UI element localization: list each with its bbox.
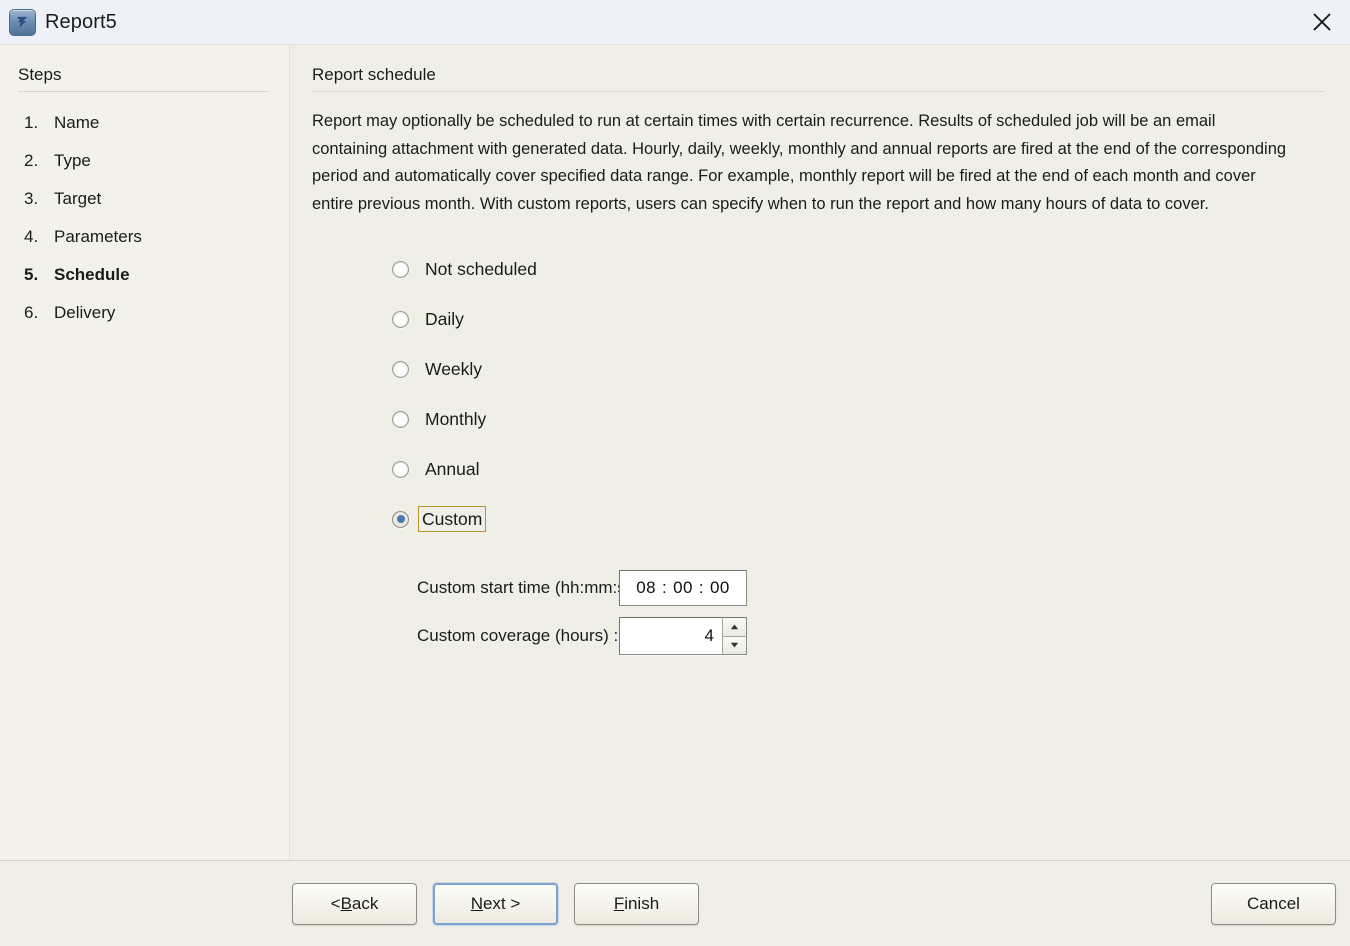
stepper-up-icon[interactable]: [723, 618, 746, 637]
stepper-buttons: [722, 618, 746, 654]
step-number: 3.: [24, 189, 39, 208]
title-divider: [312, 91, 1324, 92]
window-title: Report5: [45, 10, 117, 33]
radio-label: Annual: [425, 459, 480, 479]
radio-icon: [392, 360, 409, 378]
report-app-icon: [9, 8, 36, 36]
back-button[interactable]: < Back: [292, 882, 417, 925]
time-separator: :: [662, 578, 668, 597]
step-number: 6.: [24, 303, 39, 322]
finish-button[interactable]: Finish: [574, 882, 699, 925]
time-minutes[interactable]: 00: [672, 578, 694, 598]
custom-coverage-stepper[interactable]: 4: [619, 617, 747, 655]
radio-icon: [392, 260, 409, 278]
custom-start-time-label: Custom start time (hh:mm:ss) :: [417, 578, 650, 597]
back-prefix: <: [330, 893, 341, 913]
radio-label: Monthly: [425, 409, 487, 429]
cancel-button[interactable]: Cancel: [1211, 882, 1336, 925]
radio-icon: [392, 460, 409, 478]
step-number: 4.: [24, 227, 39, 246]
schedule-radio-group: Not scheduled Daily Weekly Monthly Annua: [392, 244, 1336, 544]
radio-icon: [392, 310, 409, 328]
report-wizard-window: Report5 Steps 1. Name 2. Type 3. Target …: [0, 0, 1350, 946]
sidebar-item-delivery[interactable]: 6. Delivery: [0, 294, 289, 332]
custom-coverage-row: Custom coverage (hours) : 4: [312, 612, 1336, 660]
stepper-down-icon[interactable]: [723, 636, 746, 654]
sidebar-item-schedule[interactable]: 5. Schedule: [0, 256, 289, 294]
finish-mnemonic: F: [613, 893, 625, 913]
custom-coverage-label: Custom coverage (hours) :: [417, 626, 619, 645]
sidebar-item-name[interactable]: 1. Name: [0, 104, 289, 142]
custom-coverage-input[interactable]: 4: [620, 618, 722, 654]
steps-list: 1. Name 2. Type 3. Target 4. Parameters …: [0, 104, 289, 332]
back-suffix: ack: [351, 893, 379, 913]
radio-icon: [392, 410, 409, 428]
custom-start-time-input[interactable]: 08 : 00 : 00: [619, 570, 747, 606]
radio-annual[interactable]: Annual: [392, 444, 484, 494]
schedule-description: Report may optionally be scheduled to ru…: [312, 112, 1287, 213]
custom-start-time-row: Custom start time (hh:mm:ss) : 08 : 00 :…: [312, 564, 1336, 612]
sidebar-item-type[interactable]: 2. Type: [0, 142, 289, 180]
time-separator: :: [698, 578, 704, 597]
radio-label: Custom: [418, 506, 487, 532]
radio-custom[interactable]: Custom: [392, 494, 487, 544]
radio-label: Daily: [425, 309, 464, 329]
radio-label: Weekly: [425, 359, 483, 379]
radio-label: Not scheduled: [425, 259, 537, 279]
page-title: Report schedule: [312, 65, 436, 84]
step-number: 1.: [24, 113, 39, 132]
step-label: Type: [54, 151, 91, 170]
radio-icon-selected: [392, 510, 409, 528]
next-suffix: ext >: [482, 893, 521, 913]
cancel-label: Cancel: [1247, 893, 1300, 913]
wizard-body: Steps 1. Name 2. Type 3. Target 4. Param…: [0, 44, 1350, 860]
next-mnemonic: N: [470, 893, 483, 913]
step-label: Name: [54, 113, 100, 132]
time-hours[interactable]: 08: [635, 578, 657, 598]
steps-divider: [18, 91, 269, 92]
steps-sidebar: Steps 1. Name 2. Type 3. Target 4. Param…: [0, 45, 290, 860]
time-seconds[interactable]: 00: [709, 578, 731, 598]
radio-monthly[interactable]: Monthly: [392, 394, 490, 444]
radio-daily[interactable]: Daily: [392, 294, 468, 344]
next-button[interactable]: Next >: [433, 882, 558, 925]
sidebar-item-parameters[interactable]: 4. Parameters: [0, 218, 289, 256]
sidebar-item-target[interactable]: 3. Target: [0, 180, 289, 218]
radio-not-scheduled[interactable]: Not scheduled: [392, 244, 541, 294]
step-label: Delivery: [54, 303, 116, 322]
close-icon[interactable]: [1294, 0, 1350, 44]
step-number: 5.: [24, 265, 39, 284]
radio-weekly[interactable]: Weekly: [392, 344, 486, 394]
custom-fields: Custom start time (hh:mm:ss) : 08 : 00 :…: [312, 564, 1336, 660]
finish-suffix: inish: [624, 893, 660, 913]
step-label: Target: [54, 189, 102, 208]
schedule-panel: Report schedule Report may optionally be…: [290, 45, 1350, 860]
wizard-footer: < Back Next > Finish Cancel: [0, 860, 1350, 946]
step-label: Schedule: [54, 265, 130, 284]
back-mnemonic: B: [340, 893, 352, 913]
step-number: 2.: [24, 151, 39, 170]
steps-heading: Steps: [18, 65, 62, 84]
step-label: Parameters: [54, 227, 142, 246]
title-bar: Report5: [0, 0, 1350, 44]
